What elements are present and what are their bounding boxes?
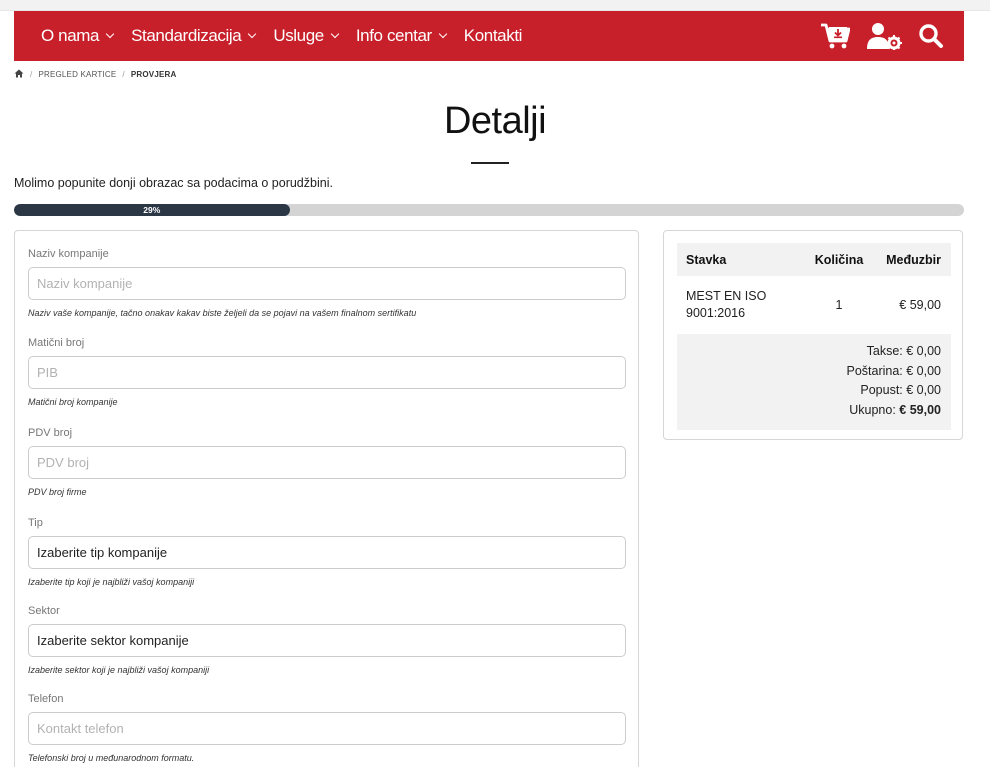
- form-group-vat-number: PDV broj PDV broj PDV broj firme: [28, 427, 626, 497]
- cart-item-name: MEST EN ISO 9001:2016: [686, 289, 767, 320]
- column-header-quantity: Količina: [814, 252, 864, 267]
- nav-item-kontakti[interactable]: Kontakti: [463, 26, 523, 46]
- registration-number-input[interactable]: PIB: [28, 356, 626, 389]
- field-label: Matični broj: [28, 337, 85, 349]
- cart-item-subtotal: € 59,00: [899, 297, 941, 312]
- nav-icons: [804, 11, 944, 61]
- breadcrumb-separator: /: [122, 70, 125, 79]
- title-divider: [471, 162, 509, 164]
- grand-total: Ukupno: € 59,00: [677, 401, 941, 421]
- form-group-company-type: Tip Izaberite tip kompanije Izaberite ti…: [28, 517, 626, 587]
- cart-totals: Takse: € 0,00 Poštarina: € 0,00 Popust: …: [677, 334, 951, 430]
- form-group-registration-number: Matični broj PIB Matični broj kompanije: [28, 337, 626, 407]
- company-name-input[interactable]: Naziv kompanije: [28, 267, 626, 300]
- nav-item-label: Kontakti: [463, 26, 523, 45]
- company-details-form: Naziv kompanije Naziv kompanije Naziv va…: [14, 230, 639, 767]
- nav-item-label: Usluge: [273, 26, 324, 45]
- discount-total: Popust: € 0,00: [860, 383, 941, 397]
- field-help: Izaberite tip koji je najbliži vašoj kom…: [28, 577, 195, 587]
- user-settings-icon[interactable]: [866, 22, 902, 50]
- cart-download-icon[interactable]: [820, 22, 850, 50]
- column-header-subtotal: Međuzbir: [886, 252, 941, 267]
- nav-item-usluge[interactable]: Usluge: [273, 26, 340, 46]
- search-icon[interactable]: [918, 23, 944, 49]
- table-row: MEST EN ISO 9001:2016 1 € 59,00: [677, 276, 951, 334]
- main-navbar: O nama Standardizacija Usluge Info centa…: [14, 11, 964, 61]
- field-help: PDV broj firme: [28, 487, 87, 497]
- nav-item-o-nama[interactable]: O nama: [41, 26, 115, 46]
- field-label: PDV broj: [28, 427, 73, 439]
- cart-item-quantity: 1: [835, 297, 843, 312]
- field-label: Naziv kompanije: [28, 248, 109, 260]
- cart-table: Stavka Količina Međuzbir MEST EN ISO 900…: [677, 243, 951, 430]
- breadcrumb: / PREGLED KARTICE / PROVJERA: [14, 69, 176, 80]
- breadcrumb-item-pregled-kartice[interactable]: PREGLED KARTICE: [38, 70, 116, 79]
- nav-menu: O nama Standardizacija Usluge Info centa…: [41, 11, 540, 61]
- nav-item-label: Standardizacija: [131, 26, 242, 45]
- grand-total-label: Ukupno:: [849, 402, 896, 417]
- browser-top-strip: [0, 0, 990, 11]
- nav-item-label: Info centar: [355, 26, 432, 45]
- vat-number-input[interactable]: PDV broj: [28, 446, 626, 479]
- field-label: Tip: [28, 517, 43, 529]
- tax-total: Takse: € 0,00: [866, 344, 941, 358]
- breadcrumb-item-provjera: PROVJERA: [130, 70, 177, 79]
- intro-text: Molimo popunite donji obrazac sa podacim…: [14, 176, 333, 190]
- chevron-down-icon: [330, 29, 340, 39]
- field-help: Naziv vaše kompanije, tačno onakav kakav…: [28, 308, 417, 318]
- nav-item-standardizacija[interactable]: Standardizacija: [131, 26, 257, 46]
- phone-input[interactable]: Kontakt telefon: [28, 712, 626, 745]
- form-group-company-sector: Sektor Izaberite sektor kompanije Izaber…: [28, 605, 626, 675]
- shipping-total: Poštarina: € 0,00: [846, 363, 941, 378]
- progress-label: 29%: [143, 205, 161, 215]
- field-help: Izaberite sektor koji je najbliži vašoj …: [28, 665, 210, 675]
- page-title: Detalji: [443, 100, 547, 142]
- nav-item-info-centar[interactable]: Info centar: [355, 26, 448, 46]
- field-label: Sektor: [28, 605, 60, 617]
- chevron-down-icon: [248, 29, 257, 39]
- home-icon[interactable]: [14, 69, 24, 80]
- nav-item-label: O nama: [41, 26, 100, 45]
- form-group-phone: Telefon Kontakt telefon Telefonski broj …: [28, 693, 626, 763]
- chevron-down-icon: [438, 29, 448, 39]
- cart-table-header: Stavka Količina Međuzbir: [677, 243, 951, 276]
- progress-bar: 29%: [14, 204, 964, 216]
- breadcrumb-separator: /: [30, 70, 33, 79]
- column-header-item: Stavka: [686, 252, 727, 267]
- field-help: Matični broj kompanije: [28, 397, 118, 407]
- progress-fill: 29%: [14, 204, 290, 216]
- cart-summary: Stavka Količina Međuzbir MEST EN ISO 900…: [663, 230, 963, 440]
- company-type-select[interactable]: Izaberite tip kompanije: [28, 536, 626, 569]
- company-sector-select[interactable]: Izaberite sektor kompanije: [28, 624, 626, 657]
- chevron-down-icon: [105, 29, 115, 39]
- form-group-company-name: Naziv kompanije Naziv kompanije Naziv va…: [28, 248, 626, 318]
- field-label: Telefon: [28, 693, 64, 705]
- grand-total-value: € 59,00: [899, 402, 941, 417]
- field-help: Telefonski broj u međunarodnom formatu.: [28, 753, 195, 763]
